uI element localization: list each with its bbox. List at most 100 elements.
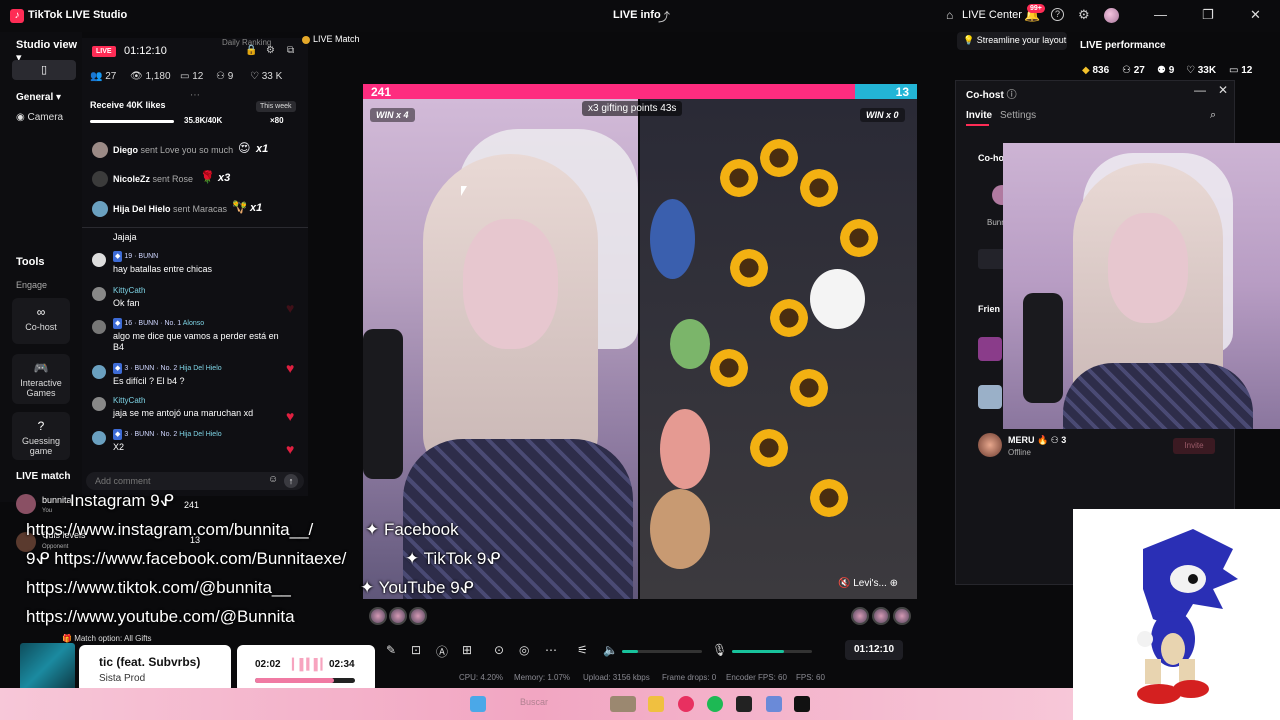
tiktok-icon[interactable] [794, 696, 810, 712]
opera-icon[interactable] [678, 696, 694, 712]
gear-icon[interactable]: ⚙ [1078, 7, 1090, 23]
widget-icon[interactable] [610, 696, 636, 712]
info-icon[interactable]: ⓘ [1007, 90, 1017, 101]
avatar[interactable] [409, 607, 427, 625]
minimize-button[interactable]: — [1194, 83, 1206, 97]
more-icon[interactable]: ⋯ [545, 643, 557, 657]
diamond-stat: ◆ 836 [1082, 65, 1109, 76]
facebook-url: 9ᕵ https://www.facebook.com/Bunnitaexe/ [26, 549, 347, 568]
heart-icon: ♥ [286, 300, 295, 316]
magic-wand-icon[interactable]: ✎ [386, 643, 396, 657]
gamepad-icon: 🎮 [33, 361, 49, 375]
live-center-link[interactable]: LIVE Center [962, 9, 1022, 21]
share-icon[interactable]: ⤴ [658, 8, 670, 25]
app-icon[interactable] [736, 696, 752, 712]
heart-icon: ♡ 33 K [250, 71, 283, 82]
streamline-label: Streamline your layout [976, 35, 1067, 45]
avatar [92, 365, 106, 379]
taskbar-search[interactable]: Buscar [520, 697, 548, 707]
folder-icon[interactable] [648, 696, 664, 712]
gift-icon: 🌹 [200, 170, 215, 184]
live-timer: 01:12:10 [124, 45, 167, 57]
more-icon[interactable]: ⋯ [190, 90, 200, 101]
avatar[interactable] [872, 607, 890, 625]
close-button[interactable]: ✕ [1250, 7, 1261, 23]
diamond-icon: ◆ [1082, 65, 1090, 76]
avatar [92, 431, 106, 445]
phone-view-button[interactable]: ▯ [12, 60, 76, 80]
followers-stat: ⚉ 9 [1157, 65, 1174, 76]
effects-icon[interactable]: Ⓐ [436, 643, 448, 660]
friend-thumbnail[interactable] [978, 385, 1002, 409]
engage-heading: Engage [16, 280, 48, 290]
tiktok-logo-icon: ♪ [10, 9, 24, 23]
interactive-games-tile[interactable]: 🎮 Interactive Games [12, 354, 70, 404]
comment-input[interactable]: Add comment ☺ ↑ [86, 472, 304, 490]
record-icon[interactable]: ⊙ [494, 643, 504, 657]
trophy-icon [302, 35, 310, 44]
goal-title: Receive 40K likes [90, 100, 166, 110]
avatar[interactable] [1104, 8, 1119, 23]
general-dropdown[interactable]: General ▾ [16, 92, 61, 103]
avatar[interactable] [893, 607, 911, 625]
total-views-count: 1,180 [145, 71, 171, 82]
sliders-icon[interactable]: ⚟ [577, 643, 588, 657]
streamline-layout-button[interactable]: 💡 Streamline your layout [957, 32, 1067, 50]
gift-text: sent Rose [152, 174, 194, 184]
studio-view-label: Studio view [16, 39, 78, 51]
spotify-icon[interactable] [707, 696, 723, 712]
help-icon[interactable]: ? [1051, 8, 1064, 21]
opponent-name-tag[interactable]: 🔇 Levi's... ⊕ [838, 578, 898, 589]
cohost-tile[interactable]: ∞ Co-host [12, 298, 70, 344]
match-user-you: bunnita [42, 495, 72, 505]
lock-icon[interactable]: 🔒 [245, 45, 257, 56]
gear-icon[interactable]: ⚙ [266, 45, 275, 56]
sunflower [750, 429, 788, 467]
layout-icon[interactable]: ⊡ [411, 643, 421, 657]
title-bar: ♪ TikTok LIVE Studio LIVE info ⤴ ⌂ LIVE … [0, 0, 1280, 32]
live-info-title[interactable]: LIVE info [613, 9, 661, 21]
avatar[interactable] [389, 607, 407, 625]
guessing-game-tile[interactable]: ? Guessing game [12, 412, 70, 460]
speaker-volume-slider[interactable] [622, 650, 702, 653]
minimize-button[interactable]: — [1154, 7, 1167, 22]
dress-shape [1063, 363, 1253, 429]
start-icon[interactable] [470, 696, 486, 712]
popout-icon[interactable]: ⧉ [287, 45, 294, 56]
send-icon[interactable]: ↑ [284, 474, 298, 488]
live-performance-title: LIVE performance [1080, 40, 1166, 51]
tab-settings[interactable]: Settings [1000, 110, 1036, 121]
microphone-icon[interactable]: 🎙 [712, 643, 727, 657]
speaker-icon[interactable]: 🔈 [603, 643, 618, 657]
avatar [16, 494, 36, 514]
gift-count: x1 [250, 202, 263, 214]
viewers-count: 27 [1133, 65, 1145, 76]
plush-toy [810, 269, 865, 329]
speaker-mute-icon[interactable]: 🔇 [838, 578, 850, 589]
capture-icon[interactable]: ◎ [519, 643, 529, 657]
add-icon[interactable]: ⊕ [890, 578, 898, 589]
cohost-tile-label: Co-host [25, 322, 57, 332]
avatar[interactable] [369, 607, 387, 625]
facebook-label: ✦ Facebook [365, 520, 459, 539]
emoji-icon[interactable]: ☺ [268, 474, 278, 485]
tab-invite[interactable]: Invite [966, 110, 992, 121]
search-icon[interactable]: ⌕ [1210, 109, 1216, 122]
badges-text: 19 · BUNN [124, 253, 159, 260]
gift-text: sent Maracas [173, 204, 228, 214]
plush-toy [650, 489, 710, 569]
gift-row: Hija Del Hielo sent Maracas 🪇 x1 [90, 199, 300, 221]
left-sidebar: Studio view ▾ ▯ General ▾ ◉ Camera Tools… [0, 32, 82, 502]
instagram-label: Instagram 9ᕵ [70, 491, 174, 510]
maximize-button[interactable]: ❐ [1202, 7, 1214, 23]
home-icon[interactable]: ⌂ [946, 8, 953, 22]
camera-source[interactable]: ◉ Camera [16, 112, 63, 123]
friend-thumbnail[interactable] [978, 337, 1002, 361]
mic-volume-slider[interactable] [732, 650, 812, 653]
invite-button[interactable]: Invite [1173, 438, 1215, 454]
app-icon[interactable] [766, 696, 782, 712]
close-button[interactable]: ✕ [1218, 83, 1228, 97]
add-source-icon[interactable]: ⊞ [462, 643, 472, 657]
avatar[interactable] [851, 607, 869, 625]
live-match-tag[interactable]: LIVE Match [302, 34, 360, 44]
